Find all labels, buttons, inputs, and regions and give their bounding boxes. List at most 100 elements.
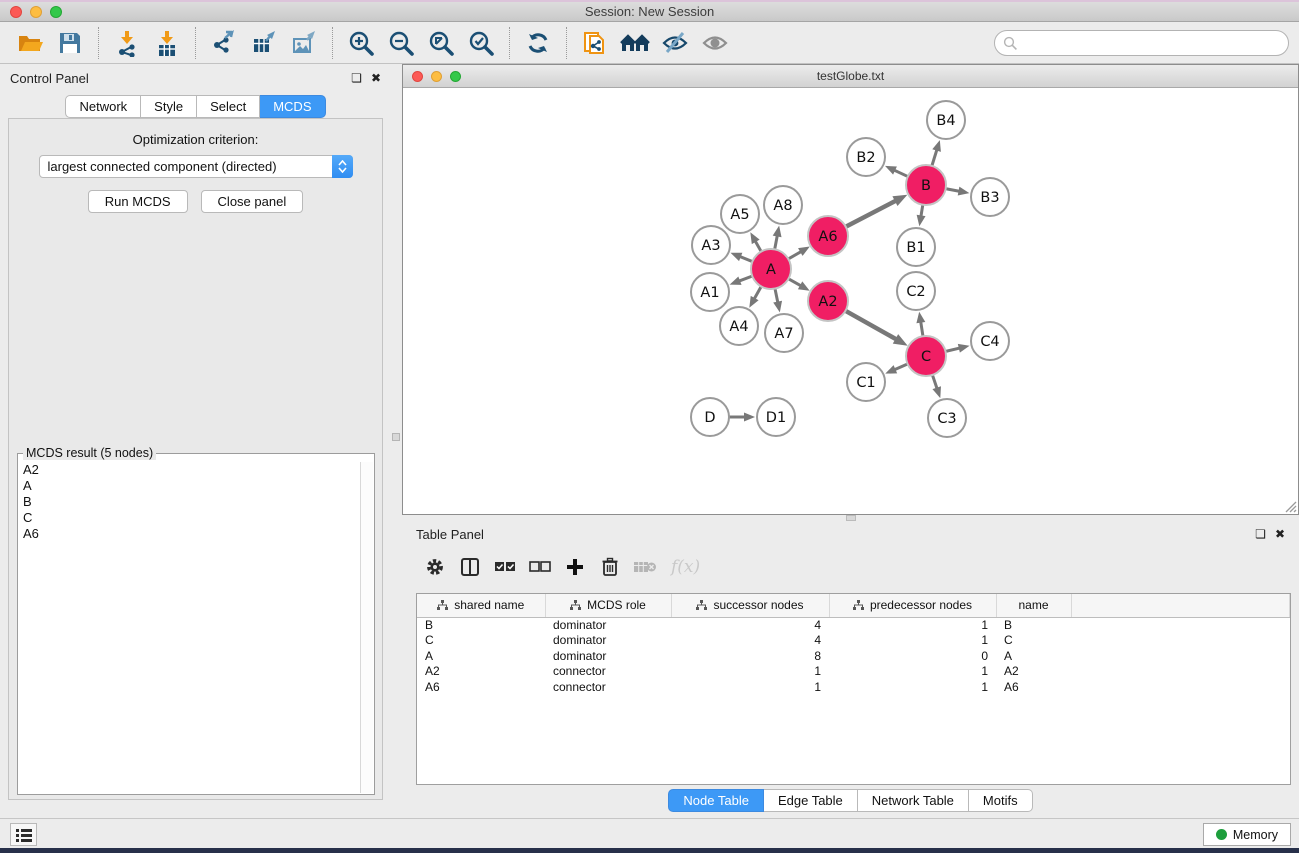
- import-network-icon[interactable]: [107, 26, 147, 60]
- memory-button[interactable]: Memory: [1203, 823, 1291, 846]
- splitter-handle[interactable]: [392, 433, 400, 441]
- function-icon[interactable]: f(x): [667, 554, 700, 580]
- tab-network-table[interactable]: Network Table: [858, 789, 969, 812]
- select-all-icon[interactable]: [492, 554, 518, 580]
- table-cell[interactable]: 4: [671, 633, 829, 649]
- table-cell[interactable]: 4: [671, 617, 829, 633]
- zoom-out-icon[interactable]: [381, 26, 421, 60]
- splitter-handle[interactable]: [846, 515, 856, 521]
- mcds-result-item[interactable]: A6: [19, 526, 360, 542]
- table-cell[interactable]: [1071, 664, 1290, 680]
- graph-node-selected[interactable]: C: [906, 336, 946, 376]
- graph-edge[interactable]: [843, 309, 897, 340]
- table-cell[interactable]: A: [417, 648, 545, 664]
- network-canvas[interactable]: AA1A2A3A4A5A6A7A8BB1B2B3B4CC1C2C3C4DD1: [403, 88, 1298, 514]
- close-panel-icon[interactable]: ✖: [1275, 528, 1285, 540]
- tab-node-table[interactable]: Node Table: [668, 789, 764, 812]
- graph-node-selected[interactable]: A2: [808, 281, 848, 321]
- graph-node[interactable]: D1: [757, 398, 795, 436]
- column-header[interactable]: successor nodes: [671, 594, 829, 617]
- result-scrollbar[interactable]: [360, 462, 373, 793]
- graph-node[interactable]: A5: [721, 195, 759, 233]
- table-row[interactable]: Cdominator41C: [417, 633, 1290, 649]
- table-cell[interactable]: 1: [829, 617, 996, 633]
- column-header[interactable]: predecessor nodes: [829, 594, 996, 617]
- table-cell[interactable]: 1: [671, 679, 829, 695]
- houses-icon[interactable]: [615, 26, 655, 60]
- table-cell[interactable]: 1: [829, 664, 996, 680]
- table-cell[interactable]: dominator: [545, 617, 671, 633]
- table-cell[interactable]: A2: [996, 664, 1071, 680]
- table-cell[interactable]: [1071, 633, 1290, 649]
- mcds-result-item[interactable]: A2: [19, 462, 360, 478]
- table-cell[interactable]: A2: [417, 664, 545, 680]
- tab-network[interactable]: Network: [65, 95, 141, 118]
- table-cell[interactable]: A: [996, 648, 1071, 664]
- tab-motifs[interactable]: Motifs: [969, 789, 1033, 812]
- graph-node[interactable]: B2: [847, 138, 885, 176]
- table-cell[interactable]: A6: [996, 679, 1071, 695]
- table-cell[interactable]: C: [996, 633, 1071, 649]
- graph-node[interactable]: A4: [720, 307, 758, 345]
- graph-node[interactable]: C4: [971, 322, 1009, 360]
- vertical-splitter[interactable]: [391, 64, 402, 818]
- tab-select[interactable]: Select: [197, 95, 260, 118]
- import-table-icon[interactable]: [147, 26, 187, 60]
- run-mcds-button[interactable]: Run MCDS: [88, 190, 188, 213]
- node-table[interactable]: shared name MCDS role successor nodes pr…: [416, 593, 1291, 785]
- graph-node-selected[interactable]: B: [906, 165, 946, 205]
- trash-icon[interactable]: [597, 554, 623, 580]
- table-cell[interactable]: [1071, 617, 1290, 633]
- graph-node[interactable]: C1: [847, 363, 885, 401]
- graph-node-selected[interactable]: A6: [808, 216, 848, 256]
- graph-node[interactable]: C2: [897, 272, 935, 310]
- table-cell[interactable]: C: [417, 633, 545, 649]
- save-icon[interactable]: [50, 26, 90, 60]
- table-cell[interactable]: connector: [545, 664, 671, 680]
- graph-node[interactable]: A7: [765, 314, 803, 352]
- horizontal-splitter[interactable]: [402, 515, 1299, 522]
- table-cell[interactable]: connector: [545, 679, 671, 695]
- table-row[interactable]: A6connector11A6: [417, 679, 1290, 695]
- open-folder-icon[interactable]: [10, 26, 50, 60]
- graph-node[interactable]: B3: [971, 178, 1009, 216]
- refresh-icon[interactable]: [518, 26, 558, 60]
- table-cell[interactable]: A6: [417, 679, 545, 695]
- close-panel-icon[interactable]: ✖: [371, 72, 381, 84]
- float-panel-icon[interactable]: ❏: [1255, 528, 1266, 540]
- table-cell[interactable]: 8: [671, 648, 829, 664]
- table-cell[interactable]: 1: [829, 633, 996, 649]
- criterion-select[interactable]: largest connected component (directed): [39, 155, 353, 178]
- export-image-icon[interactable]: [284, 26, 324, 60]
- tab-style[interactable]: Style: [141, 95, 197, 118]
- delete-table-icon[interactable]: [632, 554, 658, 580]
- mcds-result-item[interactable]: A: [19, 478, 360, 494]
- export-table-icon[interactable]: [244, 26, 284, 60]
- graph-node-selected[interactable]: A: [751, 249, 791, 289]
- graph-node[interactable]: A8: [764, 186, 802, 224]
- table-cell[interactable]: 0: [829, 648, 996, 664]
- graph-node[interactable]: A3: [692, 226, 730, 264]
- table-cell[interactable]: B: [996, 617, 1071, 633]
- graph-edge[interactable]: [843, 200, 897, 228]
- table-cell[interactable]: [1071, 648, 1290, 664]
- copy-network-icon[interactable]: [575, 26, 615, 60]
- mcds-result-list[interactable]: A2ABCA6: [19, 462, 360, 793]
- zoom-selected-icon[interactable]: [461, 26, 501, 60]
- table-cell[interactable]: B: [417, 617, 545, 633]
- search-field[interactable]: [994, 30, 1289, 56]
- close-panel-button[interactable]: Close panel: [201, 190, 304, 213]
- column-icon[interactable]: [457, 554, 483, 580]
- table-cell[interactable]: dominator: [545, 633, 671, 649]
- graph-node[interactable]: D: [691, 398, 729, 436]
- table-row[interactable]: Bdominator41B: [417, 617, 1290, 633]
- column-header[interactable]: shared name: [417, 594, 545, 617]
- zoom-in-icon[interactable]: [341, 26, 381, 60]
- column-header[interactable]: name: [996, 594, 1071, 617]
- gear-icon[interactable]: [422, 554, 448, 580]
- table-cell[interactable]: 1: [829, 679, 996, 695]
- graph-node[interactable]: A1: [691, 273, 729, 311]
- zoom-fit-icon[interactable]: [421, 26, 461, 60]
- table-row[interactable]: A2connector11A2: [417, 664, 1290, 680]
- mcds-result-item[interactable]: B: [19, 494, 360, 510]
